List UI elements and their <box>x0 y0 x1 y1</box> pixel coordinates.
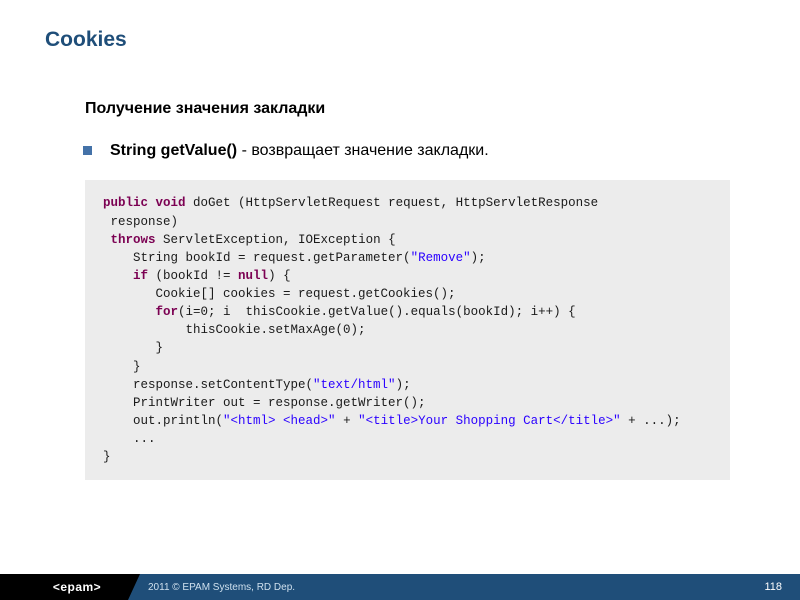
code-text: String bookId = request.getParameter( <box>103 251 411 265</box>
code-text: thisCookie.setMaxAge(0); <box>103 323 366 337</box>
code-kw: if <box>133 269 148 283</box>
code-text: + ...); <box>621 414 681 428</box>
code-text: ) { <box>268 269 291 283</box>
code-text: doGet (HttpServletRequest request, HttpS… <box>186 196 599 210</box>
copyright: 2011 © EPAM Systems, RD Dep. <box>126 574 746 600</box>
code-str: "<title>Your Shopping Cart</title>" <box>358 414 621 428</box>
slide-title: Cookies <box>0 0 800 52</box>
code-kw: throws <box>111 233 156 247</box>
code-str: "Remove" <box>411 251 471 265</box>
code-text: ); <box>471 251 486 265</box>
content-area: Получение значения закладки String getVa… <box>0 52 800 480</box>
code-kw: void <box>156 196 186 210</box>
code-text: (i=0; i thisCookie.getValue().equals(boo… <box>178 305 576 319</box>
code-text: ); <box>396 378 411 392</box>
bullet-rest: - возвращает значение закладки. <box>237 142 489 159</box>
code-kw: for <box>156 305 179 319</box>
code-kw: null <box>238 269 268 283</box>
code-text: } <box>103 450 111 464</box>
subheading: Получение значения закладки <box>85 100 755 118</box>
bullet-item: String getValue() - возвращает значение … <box>83 140 755 162</box>
code-text: ServletException, IOException { <box>156 233 396 247</box>
bullet-bold: String getValue() <box>110 142 237 159</box>
code-text: PrintWriter out = response.getWriter(); <box>103 396 426 410</box>
code-text: out.println( <box>103 414 223 428</box>
code-text: response.setContentType( <box>103 378 313 392</box>
logo: <epam> <box>0 574 140 600</box>
code-text <box>148 196 156 210</box>
code-text: response) <box>103 215 178 229</box>
code-text: } <box>103 360 141 374</box>
bullet-text: String getValue() - возвращает значение … <box>110 140 489 162</box>
code-text: + <box>336 414 359 428</box>
code-text: ... <box>103 432 156 446</box>
code-block: public void doGet (HttpServletRequest re… <box>85 180 730 480</box>
code-text: Cookie[] cookies = request.getCookies(); <box>103 287 456 301</box>
code-text <box>103 233 111 247</box>
code-text <box>103 305 156 319</box>
code-text <box>103 269 133 283</box>
code-str: "text/html" <box>313 378 396 392</box>
footer: <epam> 2011 © EPAM Systems, RD Dep. 118 <box>0 574 800 600</box>
code-str: "<html> <head>" <box>223 414 336 428</box>
bullet-icon <box>83 146 92 155</box>
page-number: 118 <box>746 574 800 600</box>
code-text: (bookId != <box>148 269 238 283</box>
code-kw: public <box>103 196 148 210</box>
code-text: } <box>103 341 163 355</box>
